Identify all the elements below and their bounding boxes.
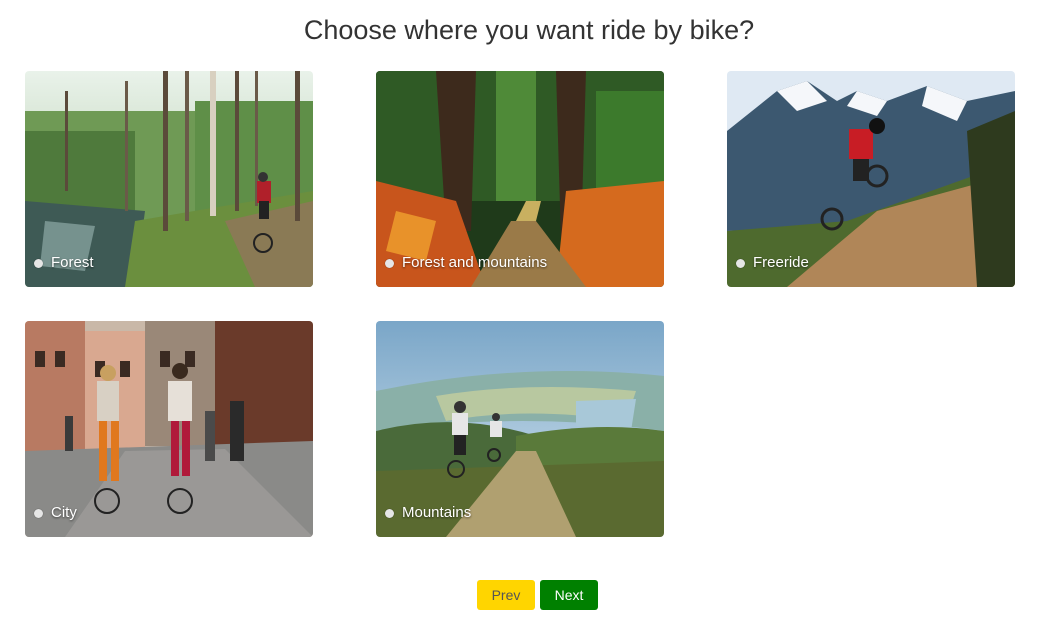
option-label: Forest: [34, 254, 94, 272]
option-card-freeride[interactable]: Freeride: [727, 71, 1015, 287]
prev-button[interactable]: Prev: [477, 580, 535, 610]
option-label-text: Mountains: [402, 504, 472, 521]
option-label: Freeride: [736, 254, 809, 272]
option-label: Mountains: [385, 504, 471, 522]
option-label-text: Forest and mountains: [402, 254, 548, 271]
radio-indicator[interactable]: [385, 508, 394, 518]
option-card-mountains[interactable]: Mountains: [376, 321, 664, 537]
radio-indicator[interactable]: [34, 258, 43, 268]
option-label-text: Freeride: [753, 254, 809, 271]
option-label: Forest and mountains: [385, 254, 547, 272]
option-label: City: [34, 504, 77, 522]
option-card-forest[interactable]: Forest: [25, 71, 313, 287]
radio-indicator[interactable]: [34, 508, 43, 518]
page-title: Choose where you want ride by bike?: [303, 15, 755, 45]
option-card-forest-and-mountains[interactable]: Forest and mountains: [376, 71, 664, 287]
option-label-text: City: [51, 504, 77, 521]
option-card-city[interactable]: City: [25, 321, 313, 537]
survey-page: Choose where you want ride by bike? Fore…: [0, 0, 1058, 634]
option-label-text: Forest: [51, 254, 94, 271]
next-button[interactable]: Next: [540, 580, 598, 610]
radio-indicator[interactable]: [736, 258, 745, 268]
radio-indicator[interactable]: [385, 258, 394, 268]
